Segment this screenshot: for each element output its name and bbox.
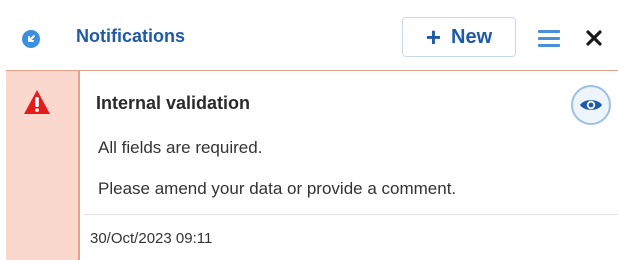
plus-icon: + xyxy=(425,22,442,52)
notification-item: Internal validation All fields are requi… xyxy=(6,70,618,260)
view-button[interactable] xyxy=(571,85,611,125)
notification-timestamp: 30/Oct/2023 09:11 xyxy=(90,230,213,247)
notifications-header: Notifications + New xyxy=(6,4,618,71)
new-button[interactable]: + New xyxy=(402,17,516,57)
divider xyxy=(84,214,618,215)
new-button-label: New xyxy=(451,25,493,48)
notifications-panel: Notifications + New Internal validation … xyxy=(6,4,618,260)
notification-content: Internal validation All fields are requi… xyxy=(84,71,618,260)
notification-title: Internal validation xyxy=(96,93,251,113)
warning-icon xyxy=(24,90,50,114)
notification-message: All fields are required. xyxy=(98,138,263,157)
severity-stripe xyxy=(6,71,80,260)
panel-title: Notifications xyxy=(76,26,186,46)
notification-message: Please amend your data or provide a comm… xyxy=(98,179,457,198)
close-icon[interactable] xyxy=(586,30,602,46)
hamburger-menu-icon[interactable] xyxy=(538,28,560,48)
collapse-button[interactable] xyxy=(22,30,40,48)
eye-icon xyxy=(580,100,602,110)
collapse-arrow-icon xyxy=(28,35,35,42)
